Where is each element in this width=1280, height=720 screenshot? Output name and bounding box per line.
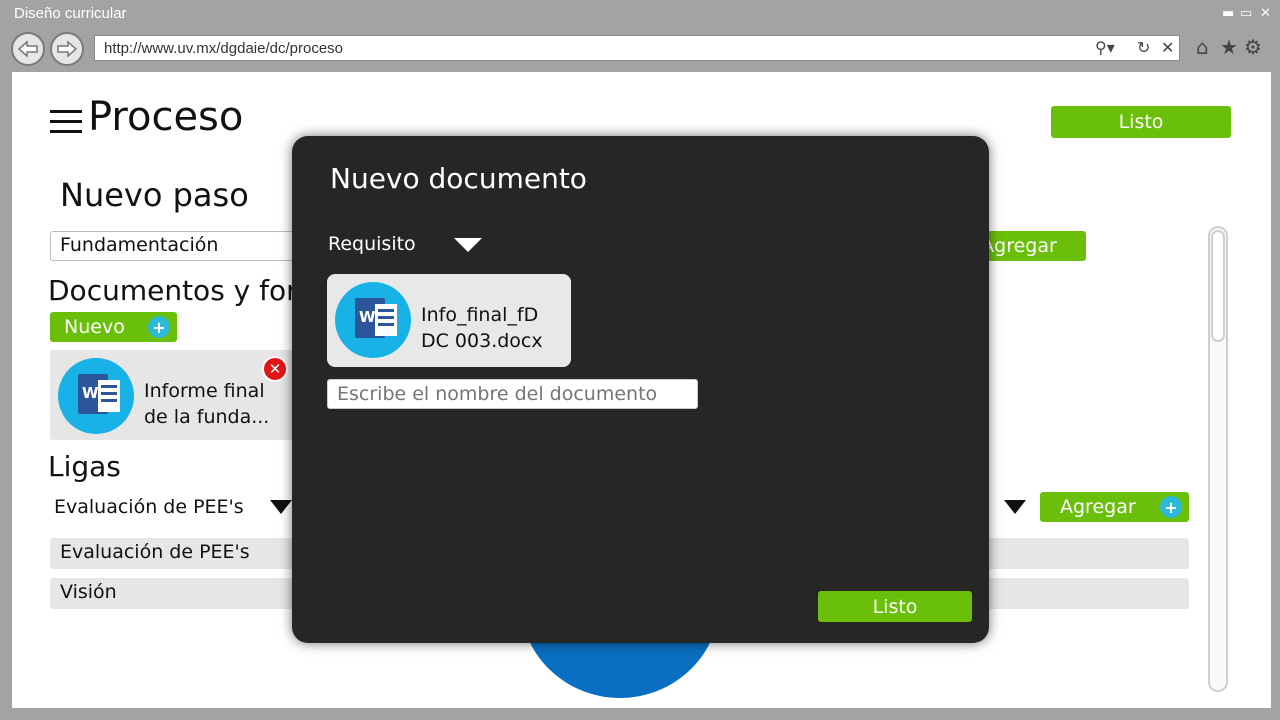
window-titlebar: Diseño curricular ▬ ▭ ✕ [0,0,1280,30]
menu-icon[interactable] [50,108,82,134]
links-heading: Ligas [48,450,121,483]
add-link-button[interactable]: Agregar + [1040,492,1189,522]
new-document-button[interactable]: Nuevo + [50,312,177,342]
scrollbar-thumb[interactable] [1211,230,1225,342]
refresh-icon[interactable]: ↻ [1137,38,1150,57]
minimize-icon[interactable]: ▬ [1222,6,1234,21]
file-name-line: DC 003.docx [421,330,543,352]
dropdown-arrow-icon[interactable] [1004,500,1026,514]
page-title: Proceso [88,94,244,140]
dialog-done-button[interactable]: Listo [818,591,972,622]
forward-icon [57,40,78,58]
back-icon [17,40,38,58]
dialog-title: Nuevo documento [330,162,587,195]
file-name-line: Info_final_fD [421,304,539,326]
gear-icon[interactable]: ⚙ [1244,35,1262,59]
close-icon[interactable]: ✕ [1161,38,1174,57]
home-icon[interactable]: ⌂ [1196,35,1209,59]
window-title: Diseño curricular [14,5,127,22]
links-select-value[interactable]: Evaluación de PEE's [54,496,244,518]
add-link-label: Agregar [1060,496,1136,518]
new-step-heading: Nuevo paso [60,176,249,214]
remove-icon[interactable]: ✕ [262,356,288,382]
done-button[interactable]: Listo [1051,106,1231,138]
document-type-select[interactable]: Requisito [328,233,416,255]
scrollbar[interactable] [1208,226,1228,692]
plus-icon: + [1160,496,1182,518]
document-card[interactable]: W Informe final de la funda... [50,350,295,440]
document-name: Informe final de la funda... [144,380,270,428]
word-icon: W [335,282,411,358]
url-text: http://www.uv.mx/dgdaie/dc/proceso [104,40,344,57]
step-name-value: Fundamentación [60,234,219,256]
back-button[interactable] [11,32,45,66]
link-label: Evaluación de PEE's [60,541,250,563]
file-name: Info_final_fD DC 003.docx [421,302,543,354]
maximize-icon[interactable]: ▭ [1240,6,1252,21]
dropdown-arrow-icon[interactable] [270,500,292,514]
close-window-icon[interactable]: ✕ [1260,6,1271,21]
link-label: Visión [60,581,117,603]
plus-icon: + [148,316,170,338]
forward-button[interactable] [50,32,84,66]
search-icon[interactable]: ⚲▾ [1095,38,1115,57]
document-name-input[interactable] [327,379,698,409]
new-document-dialog: Nuevo documento Requisito W Info_final_f… [292,136,989,643]
address-bar[interactable]: http://www.uv.mx/dgdaie/dc/proceso ⚲▾ ↻ … [94,35,1180,61]
dropdown-arrow-icon[interactable] [454,238,482,252]
new-document-label: Nuevo [64,316,125,338]
browser-navbar: http://www.uv.mx/dgdaie/dc/proceso ⚲▾ ↻ … [0,30,1280,70]
file-card[interactable]: W Info_final_fD DC 003.docx [327,274,571,367]
word-icon: W [58,358,134,434]
star-icon[interactable]: ★ [1220,35,1238,59]
